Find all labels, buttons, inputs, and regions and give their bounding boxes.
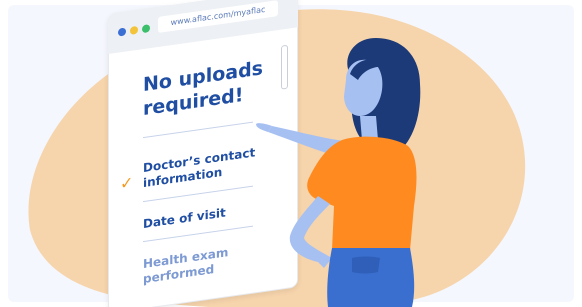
woman-illustration [256,38,421,307]
back-arm [289,196,332,268]
neck [360,116,378,140]
shirt [307,136,417,250]
jeans-pocket [352,256,380,274]
illustration-stage: www.aflac.com/myaflac No uploads require… [0,0,582,307]
